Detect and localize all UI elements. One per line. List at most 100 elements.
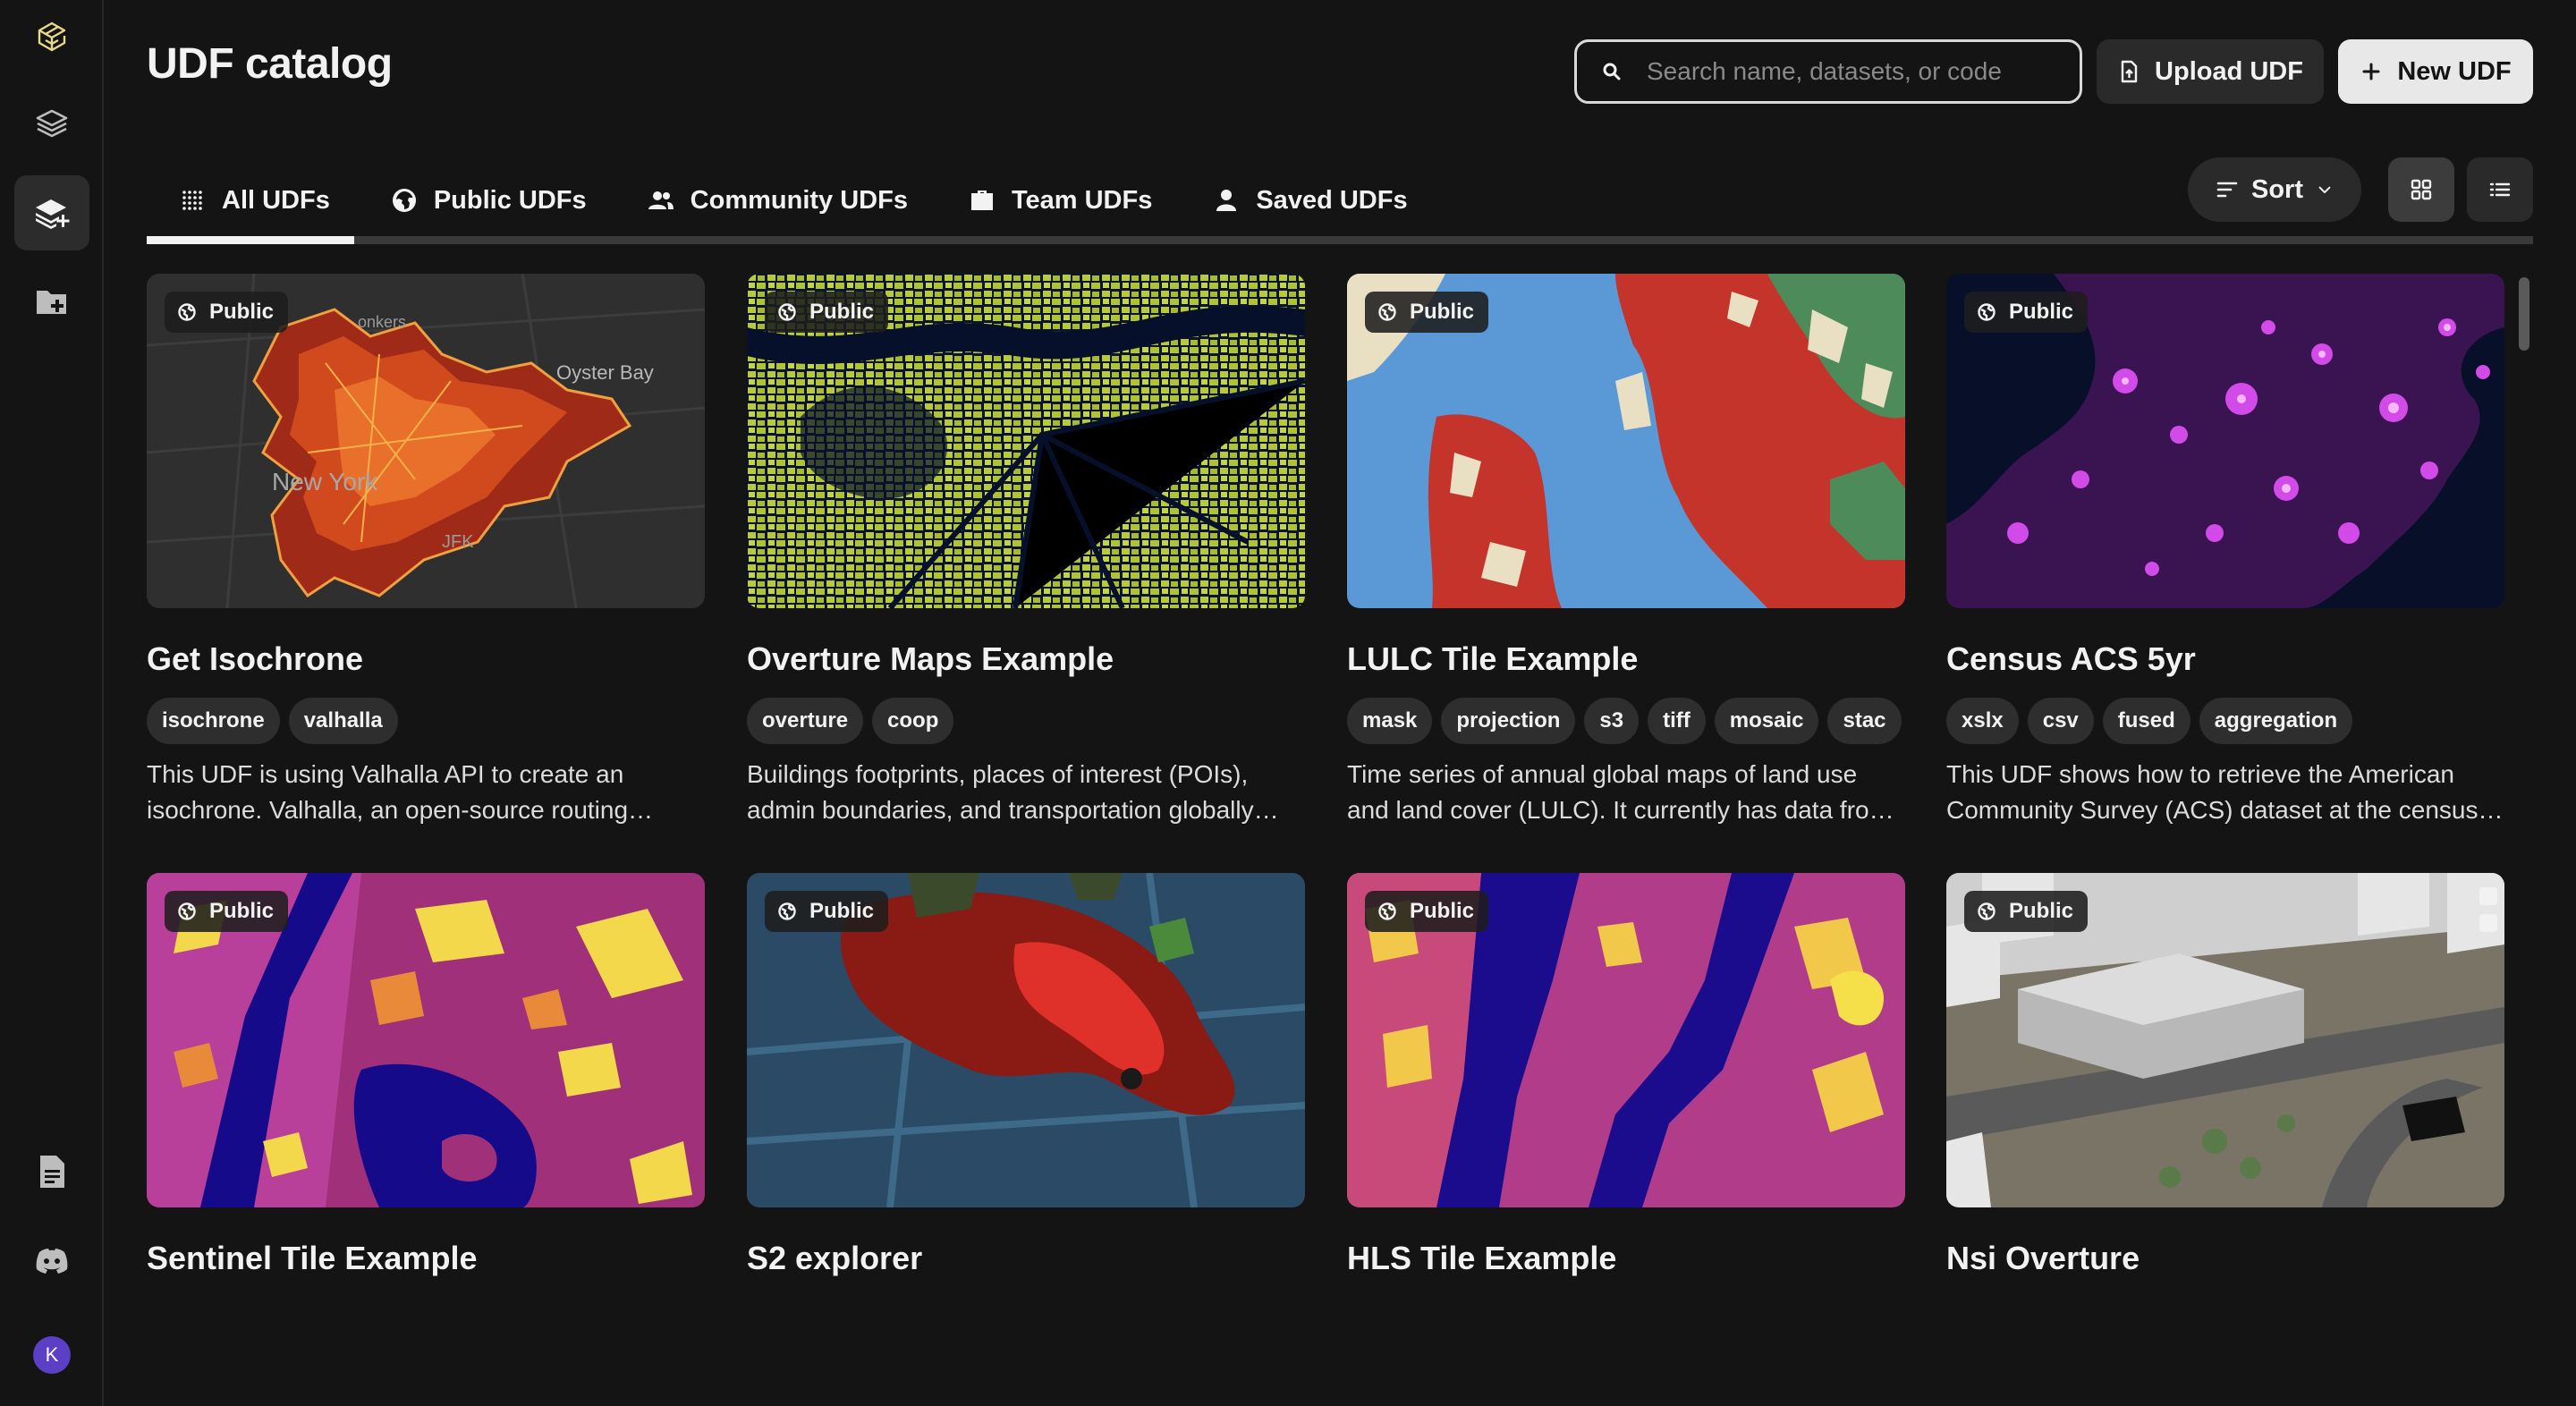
card-description: This UDF shows how to retrieve the Ameri… xyxy=(1946,760,2479,824)
discord-icon[interactable] xyxy=(14,1224,89,1299)
card-description: Time series of annual global maps of lan… xyxy=(1347,760,1890,824)
udf-card-sentinel-tile[interactable]: Public Sentinel Tile Example xyxy=(147,873,705,1277)
udf-card-census-acs[interactable]: Public Census ACS 5yr xslx csv fused agg… xyxy=(1946,274,2504,828)
tag-chip[interactable]: isochrone xyxy=(147,698,280,744)
card-thumbnail[interactable]: Oyster Bay New York JFK onkers Public xyxy=(147,274,705,608)
tag-chip[interactable]: projection xyxy=(1441,698,1576,744)
card-thumbnail[interactable]: Public xyxy=(147,873,705,1207)
tag-chip[interactable]: csv xyxy=(2027,698,2094,744)
tab-community-udfs[interactable]: Community UDFs xyxy=(617,157,938,243)
card-title[interactable]: Nsi Overture xyxy=(1946,1240,2504,1277)
public-badge: Public xyxy=(1964,292,2089,333)
map-label-oyster-bay: Oyster Bay xyxy=(556,361,654,384)
card-description: Buildings footprints, places of interest… xyxy=(747,760,1254,824)
visibility-label: Public xyxy=(2009,300,2074,324)
udf-card-get-isochrone[interactable]: Oyster Bay New York JFK onkers Public Ge… xyxy=(147,274,705,828)
layers-icon[interactable] xyxy=(14,86,89,161)
briefcase-icon xyxy=(970,191,993,210)
active-tab-indicator xyxy=(147,236,354,244)
card-title[interactable]: Overture Maps Example xyxy=(747,640,1305,678)
new-udf-button[interactable]: New UDF xyxy=(2338,39,2533,104)
tab-public-udfs[interactable]: Public UDFs xyxy=(360,157,617,243)
people-icon xyxy=(648,191,674,209)
sort-label: Sort xyxy=(2251,174,2303,204)
udf-card-nsi-overture[interactable]: Public Nsi Overture xyxy=(1946,873,2504,1277)
card-thumbnail[interactable]: Public xyxy=(747,274,1305,608)
search-input[interactable] xyxy=(1647,57,2040,86)
card-title[interactable]: Get Isochrone xyxy=(147,640,705,678)
tag-chip[interactable]: fused xyxy=(2102,698,2190,744)
tag-chip[interactable]: xslx xyxy=(1946,698,2019,744)
grid-dots-icon xyxy=(182,191,202,210)
list-view-button[interactable] xyxy=(2467,157,2533,222)
person-icon xyxy=(1216,190,1237,211)
upload-udf-button[interactable]: Upload UDF xyxy=(2097,39,2324,104)
globe-icon xyxy=(178,303,196,321)
card-thumbnail[interactable]: Public xyxy=(1347,274,1905,608)
file-upload-icon xyxy=(2121,60,2138,83)
globe-icon xyxy=(778,303,796,321)
visibility-label: Public xyxy=(1410,300,1475,324)
tab-saved-udfs[interactable]: Saved UDFs xyxy=(1182,157,1437,243)
card-thumbnail[interactable]: Public xyxy=(747,873,1305,1207)
new-udf-label: New UDF xyxy=(2397,56,2512,86)
visibility-label: Public xyxy=(809,300,875,324)
public-badge: Public xyxy=(765,292,889,333)
tag-list: overture coop xyxy=(747,698,1305,744)
grid-view-button[interactable] xyxy=(2388,157,2454,222)
visibility-label: Public xyxy=(1410,899,1475,923)
card-thumbnail[interactable]: Public xyxy=(1946,873,2504,1207)
globe-icon xyxy=(1378,303,1396,321)
globe-icon xyxy=(178,902,196,920)
tag-chip[interactable]: coop xyxy=(872,698,954,744)
tab-label: Saved UDFs xyxy=(1256,185,1408,215)
sort-button[interactable]: Sort xyxy=(2188,157,2361,222)
tag-chip[interactable]: tiff xyxy=(1648,698,1706,744)
tab-label: Team UDFs xyxy=(1011,185,1153,215)
map-label-yonkers: onkers xyxy=(358,313,406,331)
tab-label: Public UDFs xyxy=(433,185,587,215)
public-badge: Public xyxy=(1365,292,1489,333)
map-label-new-york: New York xyxy=(272,468,378,495)
tag-chip[interactable]: mosaic xyxy=(1714,698,1819,744)
card-title[interactable]: S2 explorer xyxy=(747,1240,1305,1277)
card-description: This UDF is using Valhalla API to create… xyxy=(147,760,629,824)
udf-card-hls-tile[interactable]: Public HLS Tile Example xyxy=(1347,873,1905,1277)
tag-chip[interactable]: valhalla xyxy=(288,698,398,744)
logo-icon[interactable] xyxy=(14,0,89,75)
card-title[interactable]: Sentinel Tile Example xyxy=(147,1240,705,1277)
tab-all-udfs[interactable]: All UDFs xyxy=(147,157,360,243)
search-box[interactable] xyxy=(1574,39,2082,104)
globe-icon xyxy=(1378,902,1396,920)
card-thumbnail[interactable]: Public xyxy=(1946,274,2504,608)
tab-label: Community UDFs xyxy=(690,185,908,215)
visibility-label: Public xyxy=(809,899,875,923)
add-folder-icon[interactable] xyxy=(14,265,89,340)
visibility-label: Public xyxy=(209,899,275,923)
globe-icon xyxy=(1978,902,1996,920)
scrollbar-thumb[interactable] xyxy=(2519,277,2529,351)
udf-card-lulc-tile[interactable]: Public LULC Tile Example mask projection… xyxy=(1347,274,1905,828)
public-badge: Public xyxy=(765,891,889,932)
udf-stack-icon[interactable] xyxy=(14,175,89,250)
card-thumbnail[interactable]: Public xyxy=(1347,873,1905,1207)
tag-chip[interactable]: stac xyxy=(1827,698,1902,744)
card-title[interactable]: HLS Tile Example xyxy=(1347,1240,1905,1277)
tag-chip[interactable]: aggregation xyxy=(2199,698,2353,744)
tag-chip[interactable]: overture xyxy=(747,698,864,744)
card-title[interactable]: LULC Tile Example xyxy=(1347,640,1905,678)
left-rail: K xyxy=(0,0,104,1406)
map-label-jfk: JFK xyxy=(442,532,474,552)
public-badge: Public xyxy=(1365,891,1489,932)
card-title[interactable]: Census ACS 5yr xyxy=(1946,640,2504,678)
visibility-label: Public xyxy=(209,300,275,324)
user-avatar[interactable]: K xyxy=(33,1336,71,1374)
udf-card-s2-explorer[interactable]: Public S2 explorer xyxy=(747,873,1305,1277)
tag-chip[interactable]: mask xyxy=(1347,698,1433,744)
tag-chip[interactable]: s3 xyxy=(1584,698,1640,744)
public-badge: Public xyxy=(1964,891,2089,932)
public-badge: Public xyxy=(165,292,289,333)
docs-icon[interactable] xyxy=(14,1134,89,1209)
tab-team-udfs[interactable]: Team UDFs xyxy=(938,157,1182,243)
udf-card-overture-maps[interactable]: Public Overture Maps Example overture co… xyxy=(747,274,1305,828)
